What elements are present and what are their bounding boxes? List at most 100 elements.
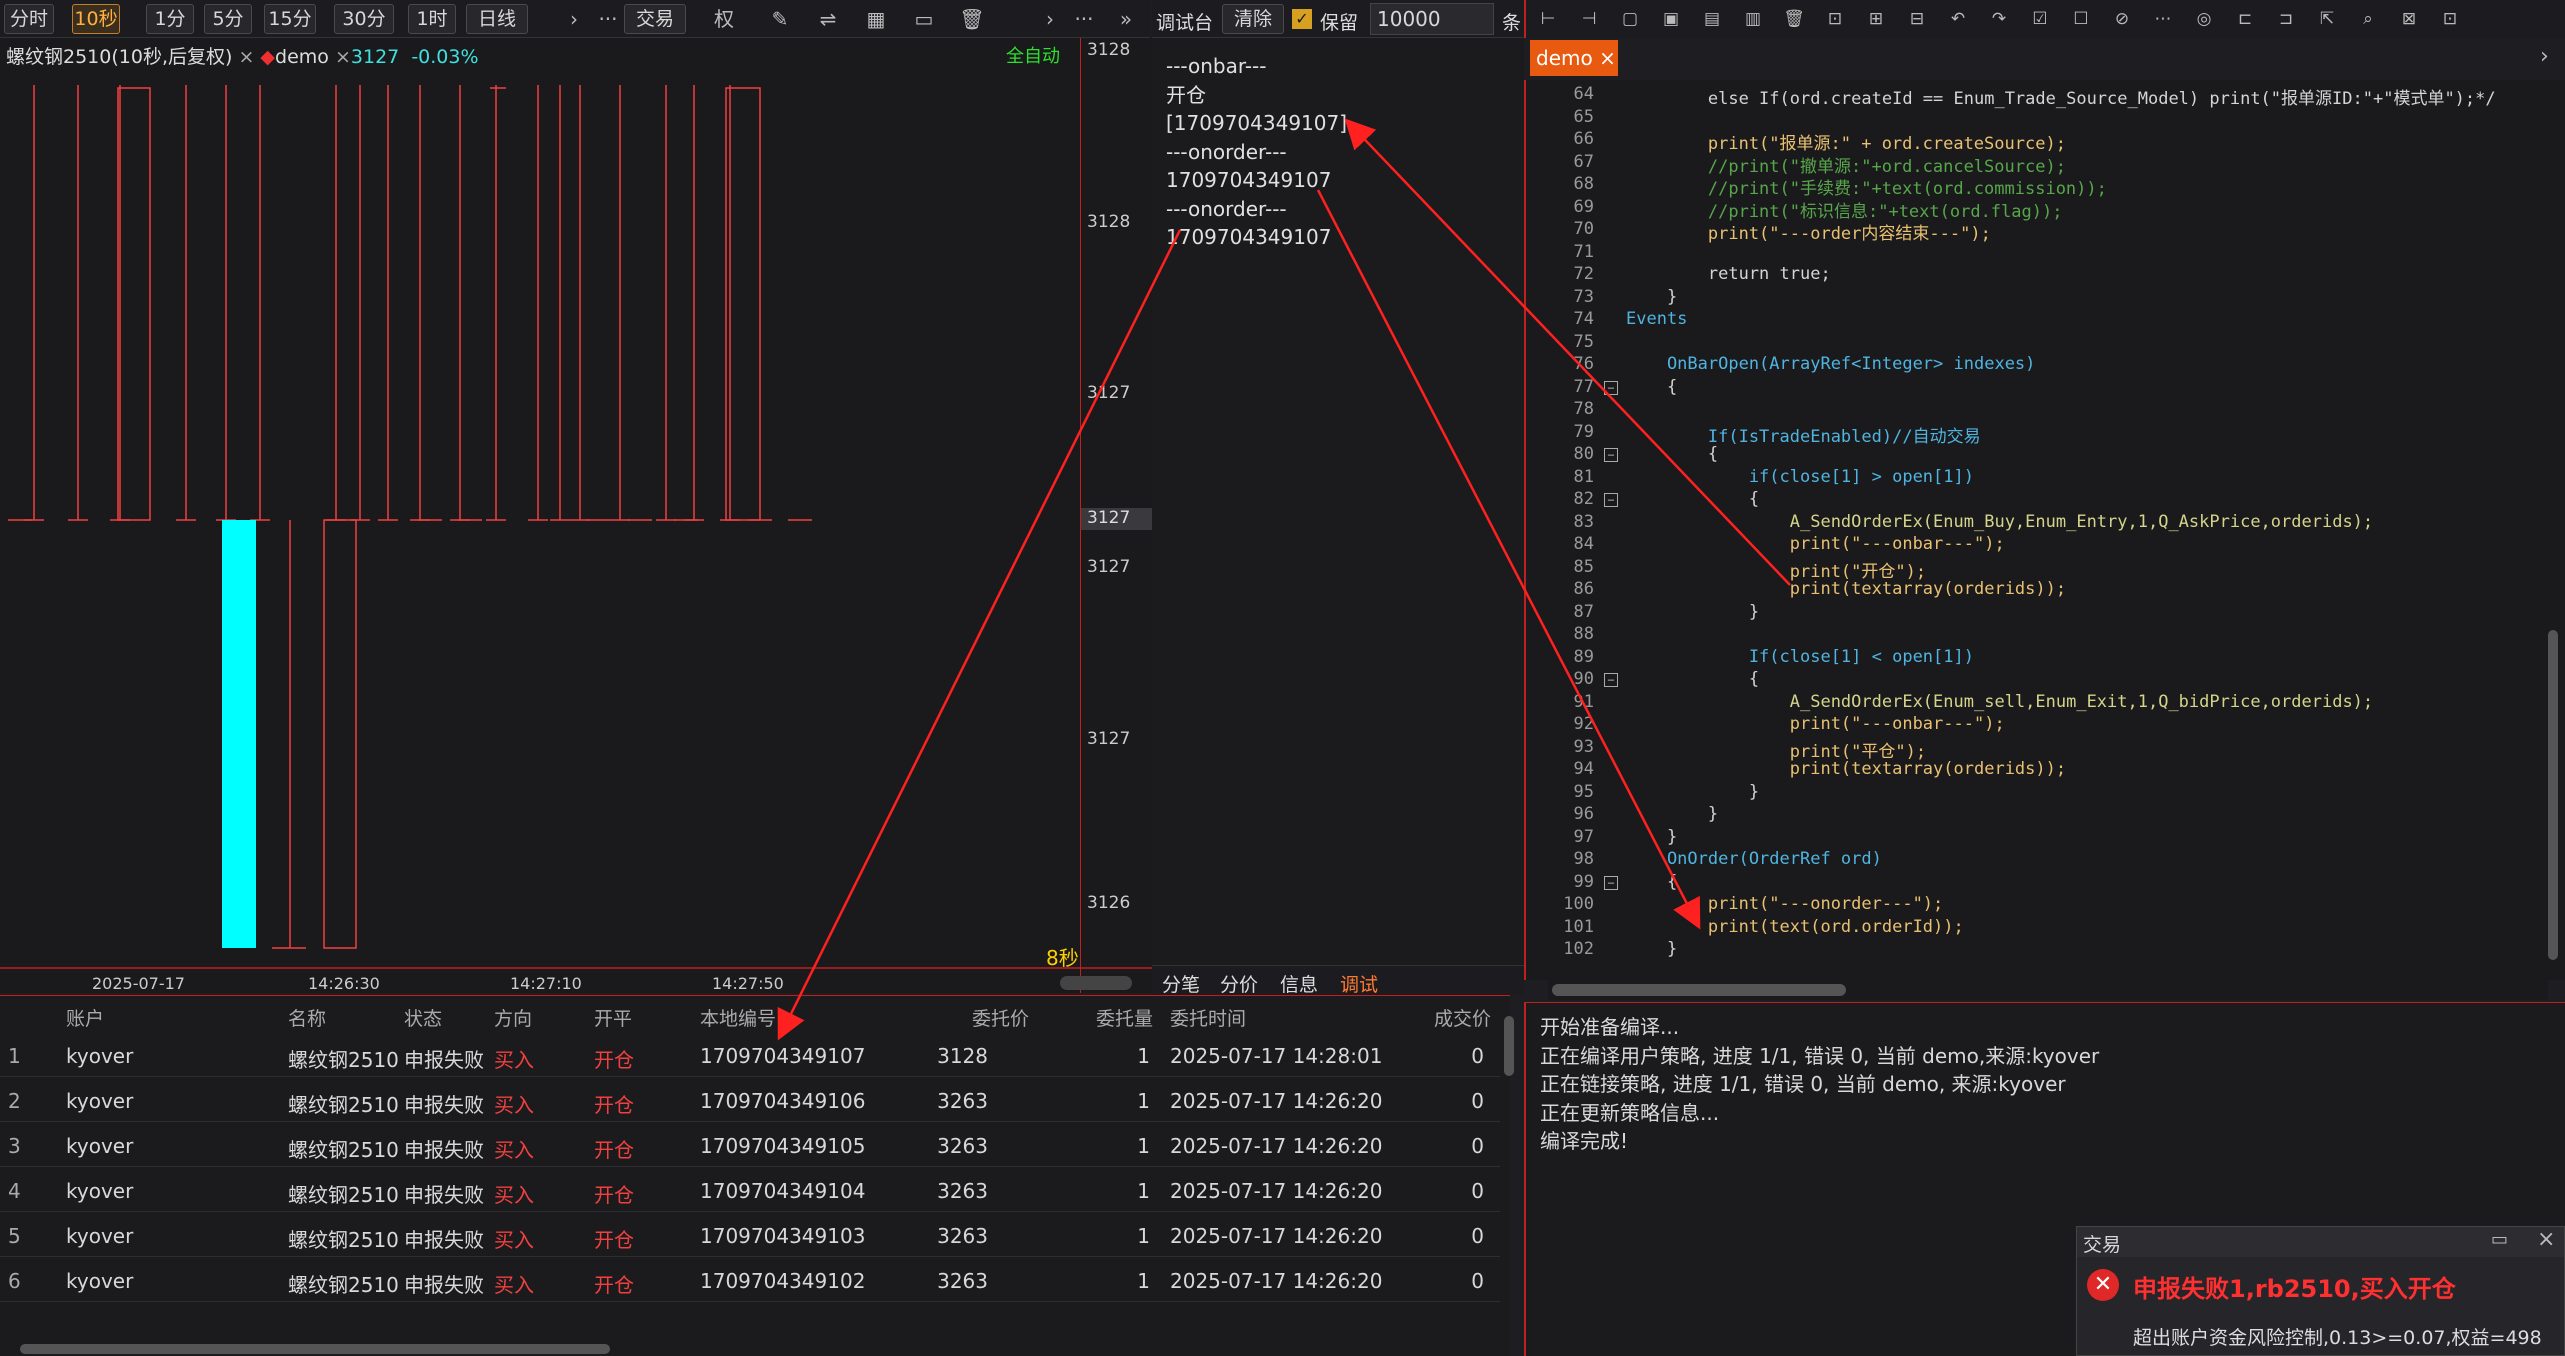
- table-row[interactable]: 3 kyover 螺纹钢2510 申报失败 买入 开仓 1709704349105 3263 1…: [0, 1122, 1500, 1167]
- editor-tool-icon-20[interactable]: ⌕: [2354, 4, 2382, 34]
- chart-title: 螺纹钢2510(10秒,后复权) × ◆demo ×3127 -0.03%: [6, 42, 479, 69]
- double-chevron-icon[interactable]: »: [1112, 4, 1140, 34]
- editor-tool-icon-11[interactable]: ↷: [1985, 4, 2013, 34]
- bottom-tab-3[interactable]: 调试: [1340, 970, 1378, 997]
- cell-account: kyover: [66, 1044, 134, 1068]
- fold-toggle[interactable]: −: [1604, 380, 1618, 395]
- editor-tool-icon-17[interactable]: ⊏: [2231, 4, 2259, 34]
- bottom-tab-0[interactable]: 分笔: [1162, 970, 1200, 997]
- message-icon[interactable]: ▭: [2491, 1229, 2508, 1250]
- editor-tool-icon-19[interactable]: ⇱: [2313, 4, 2341, 34]
- line-number: 86: [1573, 579, 1594, 599]
- period-button-1[interactable]: 10秒: [72, 4, 120, 34]
- table-row[interactable]: 5 kyover 螺纹钢2510 申报失败 买入 开仓 1709704349103 3263 1…: [0, 1212, 1500, 1257]
- editor-tool-icon-7[interactable]: ⊡: [1821, 4, 1849, 34]
- fold-toggle[interactable]: −: [1604, 448, 1618, 462]
- kline-chart[interactable]: [0, 38, 1080, 993]
- rights-button[interactable]: 权: [710, 4, 738, 34]
- time-tick: 2025-07-17: [92, 974, 185, 993]
- column-header[interactable]: 委托价: [972, 1004, 1029, 1031]
- column-header[interactable]: 账户: [66, 1004, 104, 1031]
- debug-tab[interactable]: 调试台: [1156, 8, 1213, 35]
- table-row[interactable]: 2 kyover 螺纹钢2510 申报失败 买入 开仓 1709704349106 3263 1…: [0, 1077, 1500, 1122]
- period-button-7[interactable]: 日线: [466, 4, 528, 34]
- table-row[interactable]: 1 kyover 螺纹钢2510 申报失败 买入 开仓 1709704349107 3128 1…: [0, 1032, 1500, 1077]
- editor-tool-icon-0[interactable]: ⊢: [1534, 4, 1562, 34]
- editor-tool-icon-1[interactable]: ⊣: [1575, 4, 1603, 34]
- auto-trade-badge[interactable]: 全自动: [1006, 42, 1060, 68]
- row-index: 4: [8, 1179, 21, 1203]
- keep-checkbox[interactable]: ✓: [1292, 9, 1312, 29]
- editor-tab-demo[interactable]: demo ×: [1530, 40, 1618, 76]
- close-icon[interactable]: ×: [1599, 46, 1616, 70]
- code-editor[interactable]: 64 else If(ord.createId == Enum_Trade_So…: [1524, 80, 2565, 980]
- more-icon[interactable]: ···: [594, 4, 622, 34]
- editor-tool-icon-16[interactable]: ◎: [2190, 4, 2218, 34]
- fold-toggle[interactable]: −: [1604, 493, 1618, 507]
- chevron-right-icon[interactable]: ›: [2540, 44, 2549, 69]
- editor-tool-icon-3[interactable]: ▣: [1657, 4, 1685, 34]
- adjust-icon[interactable]: ⇌: [814, 4, 842, 34]
- pencil-icon[interactable]: ✎: [766, 4, 794, 34]
- chevron-right-icon[interactable]: ›: [1036, 4, 1064, 34]
- close-icon[interactable]: ×: [2537, 1227, 2555, 1252]
- price-tick: 3128: [1087, 40, 1131, 60]
- calculator-icon[interactable]: ▦: [862, 4, 890, 34]
- column-header[interactable]: 开平: [594, 1004, 632, 1031]
- time-axis: 2025-07-17 14:26:30 14:27:10 14:27:50: [0, 970, 1152, 994]
- editor-tool-icon-22[interactable]: ⊡: [2436, 4, 2464, 34]
- period-button-4[interactable]: 15分: [264, 4, 316, 34]
- editor-tool-icon-21[interactable]: ⊠: [2395, 4, 2423, 34]
- period-button-3[interactable]: 5分: [204, 4, 252, 34]
- table-row[interactable]: 6 kyover 螺纹钢2510 申报失败 买入 开仓 1709704349102 3263 1…: [0, 1257, 1500, 1302]
- bottom-tab-2[interactable]: 信息: [1280, 970, 1318, 997]
- column-header[interactable]: 名称: [288, 1004, 326, 1031]
- period-button-2[interactable]: 1分: [146, 4, 194, 34]
- editor-tool-icon-10[interactable]: ↶: [1944, 4, 1972, 34]
- table-scrollbar[interactable]: [1504, 1016, 1514, 1076]
- editor-tool-icon-5[interactable]: ▥: [1739, 4, 1767, 34]
- chevron-right-icon[interactable]: ›: [560, 4, 588, 34]
- close-strategy-icon[interactable]: ×: [335, 46, 351, 68]
- editor-tool-icon-4[interactable]: ▤: [1698, 4, 1726, 34]
- keep-count-input[interactable]: 10000: [1370, 3, 1494, 35]
- period-button-0[interactable]: 分时: [4, 4, 54, 34]
- column-header[interactable]: 委托量: [1096, 1004, 1153, 1031]
- trash-icon[interactable]: 🗑: [958, 4, 986, 34]
- line-number: 95: [1573, 781, 1594, 802]
- editor-hscrollbar[interactable]: [1552, 984, 1846, 996]
- editor-tool-icon-12[interactable]: ☑: [2026, 4, 2054, 34]
- line-number: 79: [1573, 421, 1594, 442]
- editor-tool-icon-2[interactable]: ▢: [1616, 4, 1644, 34]
- editor-tool-icon-18[interactable]: ⊐: [2272, 4, 2300, 34]
- close-icon[interactable]: ×: [238, 46, 254, 68]
- editor-tool-icon-14[interactable]: ⊘: [2108, 4, 2136, 34]
- table-hscrollbar[interactable]: [20, 1344, 610, 1354]
- editor-tool-icon-6[interactable]: 🗑: [1780, 4, 1808, 34]
- chart-scrollbar[interactable]: [1060, 976, 1132, 990]
- trade-button[interactable]: 交易: [624, 4, 686, 34]
- editor-tool-icon-15[interactable]: ⋯: [2149, 4, 2177, 34]
- window-icon[interactable]: ▭: [910, 4, 938, 34]
- clear-button[interactable]: 清除: [1222, 4, 1284, 34]
- editor-toolbar: ⊢ ⊣ ▢ ▣ ▤ ▥ 🗑 ⊡ ⊞ ⊟ ↶ ↷ ☑ ☐ ⊘ ⋯ ◎ ⊏ ⊐ ⇱ ⌕ ⊠ ⊡: [1524, 0, 2565, 38]
- editor-tool-icon-9[interactable]: ⊟: [1903, 4, 1931, 34]
- column-header[interactable]: 委托时间: [1170, 1004, 1246, 1031]
- table-row[interactable]: 4 kyover 螺纹钢2510 申报失败 买入 开仓 1709704349104 3263 1…: [0, 1167, 1500, 1212]
- code-line: print("---onbar---");: [1626, 534, 2005, 554]
- fold-toggle[interactable]: −: [1604, 673, 1618, 687]
- editor-tool-icon-13[interactable]: ☐: [2067, 4, 2095, 34]
- column-header[interactable]: 成交价: [1434, 1004, 1491, 1031]
- editor-scrollbar[interactable]: [2548, 630, 2558, 960]
- period-button-5[interactable]: 30分: [334, 4, 394, 34]
- column-header[interactable]: 本地编号: [700, 1004, 776, 1031]
- column-header[interactable]: 方向: [494, 1004, 532, 1031]
- column-header[interactable]: 状态: [404, 1004, 442, 1031]
- period-button-6[interactable]: 1时: [408, 4, 456, 34]
- bottom-tab-1[interactable]: 分价: [1220, 970, 1258, 997]
- line-number: 72: [1573, 264, 1594, 284]
- editor-tool-icon-8[interactable]: ⊞: [1862, 4, 1890, 34]
- cell-oc: 开仓: [594, 1048, 634, 1072]
- more-icon[interactable]: ···: [1070, 4, 1098, 34]
- fold-toggle[interactable]: −: [1604, 875, 1618, 890]
